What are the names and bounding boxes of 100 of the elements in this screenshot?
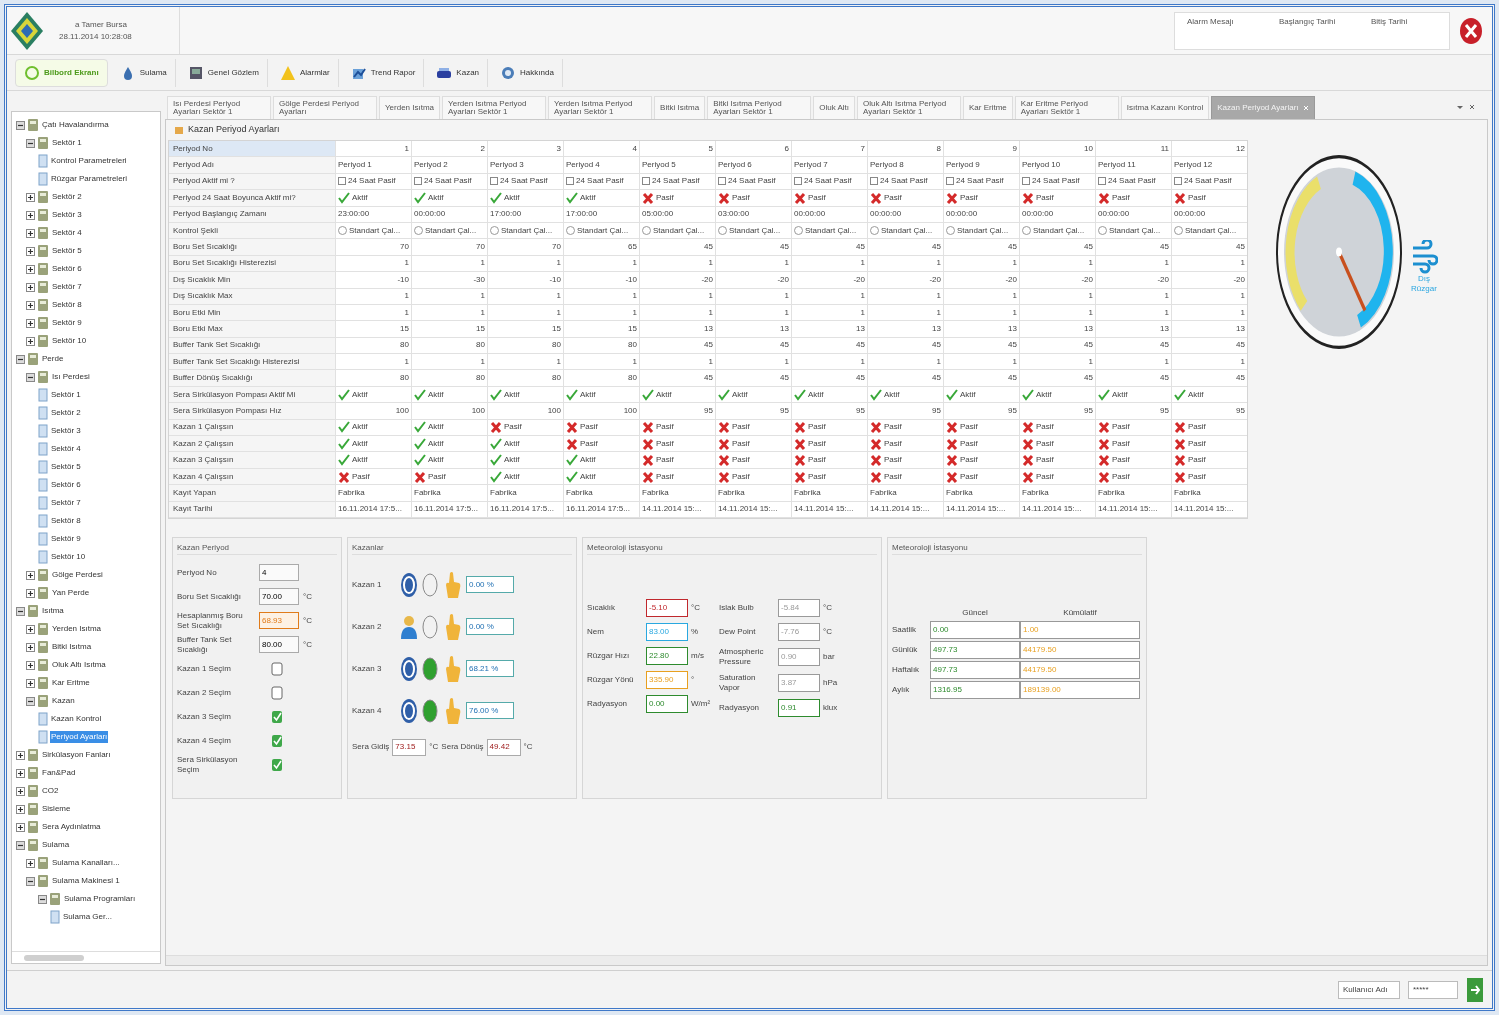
tree-item[interactable]: Sektör 6 [51,263,83,275]
close-icon[interactable] [1458,15,1484,46]
checkbox[interactable] [414,177,422,186]
horizontal-scrollbar[interactable] [12,951,160,963]
checkbox[interactable] [1174,177,1182,186]
checkbox[interactable] [794,177,802,186]
tree-item[interactable]: Bitki Isıtma [51,641,93,653]
checkbox[interactable] [271,710,283,724]
expand-icon[interactable] [26,678,35,688]
tab[interactable]: Yerden Isıtma Periyod Ayarları Sektör 1 [442,96,547,119]
expand-icon[interactable] [26,570,35,580]
tree-item[interactable]: Sektör 10 [50,551,87,563]
tree-item[interactable]: Sulama Programları [63,893,137,905]
tree-item[interactable]: Sektör 1 [50,389,82,401]
horizontal-scrollbar[interactable] [166,955,1487,965]
radio-button[interactable] [718,226,727,236]
radio-button[interactable] [566,226,575,236]
expand-icon[interactable] [26,192,35,202]
tree-item[interactable]: Isı Perdesi [51,371,91,383]
tree-item[interactable]: Kazan Kontrol [50,713,103,725]
toolbar-button[interactable]: Kazan [428,58,489,87]
tree-item[interactable]: Sektör 9 [51,317,83,329]
radio-button[interactable] [642,226,651,236]
expand-icon[interactable] [26,264,35,274]
tree-item[interactable]: Yerden Isıtma [51,623,103,635]
expand-icon[interactable] [26,282,35,292]
username-field[interactable]: Kullanıcı Adı [1338,980,1400,999]
tree-item[interactable]: Kazan [51,695,76,707]
input-field[interactable]: 0.00 [930,621,1020,639]
radio-button[interactable] [1098,226,1107,236]
checkbox[interactable] [1022,177,1030,186]
expand-icon[interactable] [26,210,35,220]
expand-icon[interactable] [26,588,35,598]
expand-icon[interactable] [16,768,25,778]
tree-item[interactable]: Perde [41,353,65,365]
close-icon[interactable] [1468,103,1476,111]
tree-item[interactable]: Sektör 8 [51,299,83,311]
expand-icon[interactable] [26,624,35,634]
tree-item[interactable]: Sektör 2 [51,191,83,203]
input-field[interactable]: 22.80 [646,647,688,665]
tree-item[interactable]: Sektör 3 [51,209,83,221]
tree-item[interactable]: Oluk Altı Isıtma [51,659,107,671]
tab[interactable]: Yerden Isıtma Periyod Ayarları Sektör 1 [548,96,653,119]
tree-item[interactable]: Rüzgar Parametreleri [50,173,129,185]
collapse-icon[interactable] [38,894,47,904]
checkbox[interactable] [271,686,283,700]
expand-icon[interactable] [26,336,35,346]
collapse-icon[interactable] [26,696,35,706]
radio-button[interactable] [414,226,423,236]
checkbox[interactable] [271,734,283,748]
tree-item[interactable]: Sulama Makinesi 1 [51,875,121,887]
tree-item[interactable]: Sektör 4 [51,227,83,239]
toolbar-button[interactable]: Hakkında [492,58,563,87]
tree-item[interactable]: Sulama Ger... [62,911,113,923]
checkbox[interactable] [566,177,574,186]
input-field[interactable]: 70.00 [259,588,299,606]
tree-item[interactable]: Sektör 6 [50,479,82,491]
expand-icon[interactable] [16,822,25,832]
toolbar-button[interactable]: Genel Gözlem [179,58,268,87]
collapse-icon[interactable] [16,840,25,850]
password-field[interactable]: ***** [1408,980,1458,999]
expand-icon[interactable] [26,228,35,238]
toolbar-button[interactable]: Alarmlar [271,58,339,87]
input-field[interactable]: 73.15 [392,739,427,756]
tree-item[interactable]: CO2 [41,785,60,797]
tree-item[interactable]: Sektör 5 [50,461,82,473]
collapse-icon[interactable] [26,138,35,148]
expand-icon[interactable] [26,246,35,256]
tree-item[interactable]: Sektör 10 [51,335,88,347]
expand-icon[interactable] [26,858,35,868]
radio-button[interactable] [946,226,955,236]
collapse-icon[interactable] [16,354,25,364]
checkbox[interactable] [271,758,283,772]
input-field[interactable]: 4 [259,564,299,582]
checkbox[interactable] [718,177,726,186]
checkbox[interactable] [338,177,346,186]
toolbar-button[interactable]: Trend Rapor [342,58,425,87]
tree-item[interactable]: Fan&Pad [41,767,77,779]
radio-button[interactable] [1022,226,1031,236]
expand-icon[interactable] [26,642,35,652]
checkbox[interactable] [1098,177,1106,186]
checkbox[interactable] [271,662,283,676]
input-field[interactable]: 49.42 [486,739,521,756]
tree-item[interactable]: Sektör 5 [51,245,83,257]
tab[interactable]: Oluk Altı Isıtma Periyod Ayarları Sektör 1 [857,96,961,119]
tree-item[interactable]: Sulama [41,839,71,851]
tab[interactable]: Gölge Perdesi Periyod Ayarları [273,96,377,119]
expand-icon[interactable] [26,660,35,670]
expand-icon[interactable] [16,786,25,796]
tree-item[interactable]: Çatı Havalandırma [41,119,110,131]
expand-icon[interactable] [26,300,35,310]
tab[interactable]: Kar Eritme [963,96,1013,119]
tab[interactable]: Bitki Isıtma Periyod Ayarları Sektör 1 [707,96,812,119]
expand-icon[interactable] [16,750,25,760]
tree-item[interactable]: Sektör 9 [50,533,82,545]
tree-item[interactable]: Kontrol Parametreleri [50,155,128,167]
tree-item[interactable]: Kar Eritme [51,677,91,689]
radio-button[interactable] [870,226,879,236]
tree-item[interactable]: Sektör 2 [50,407,82,419]
tree-item[interactable]: Sektör 3 [50,425,82,437]
